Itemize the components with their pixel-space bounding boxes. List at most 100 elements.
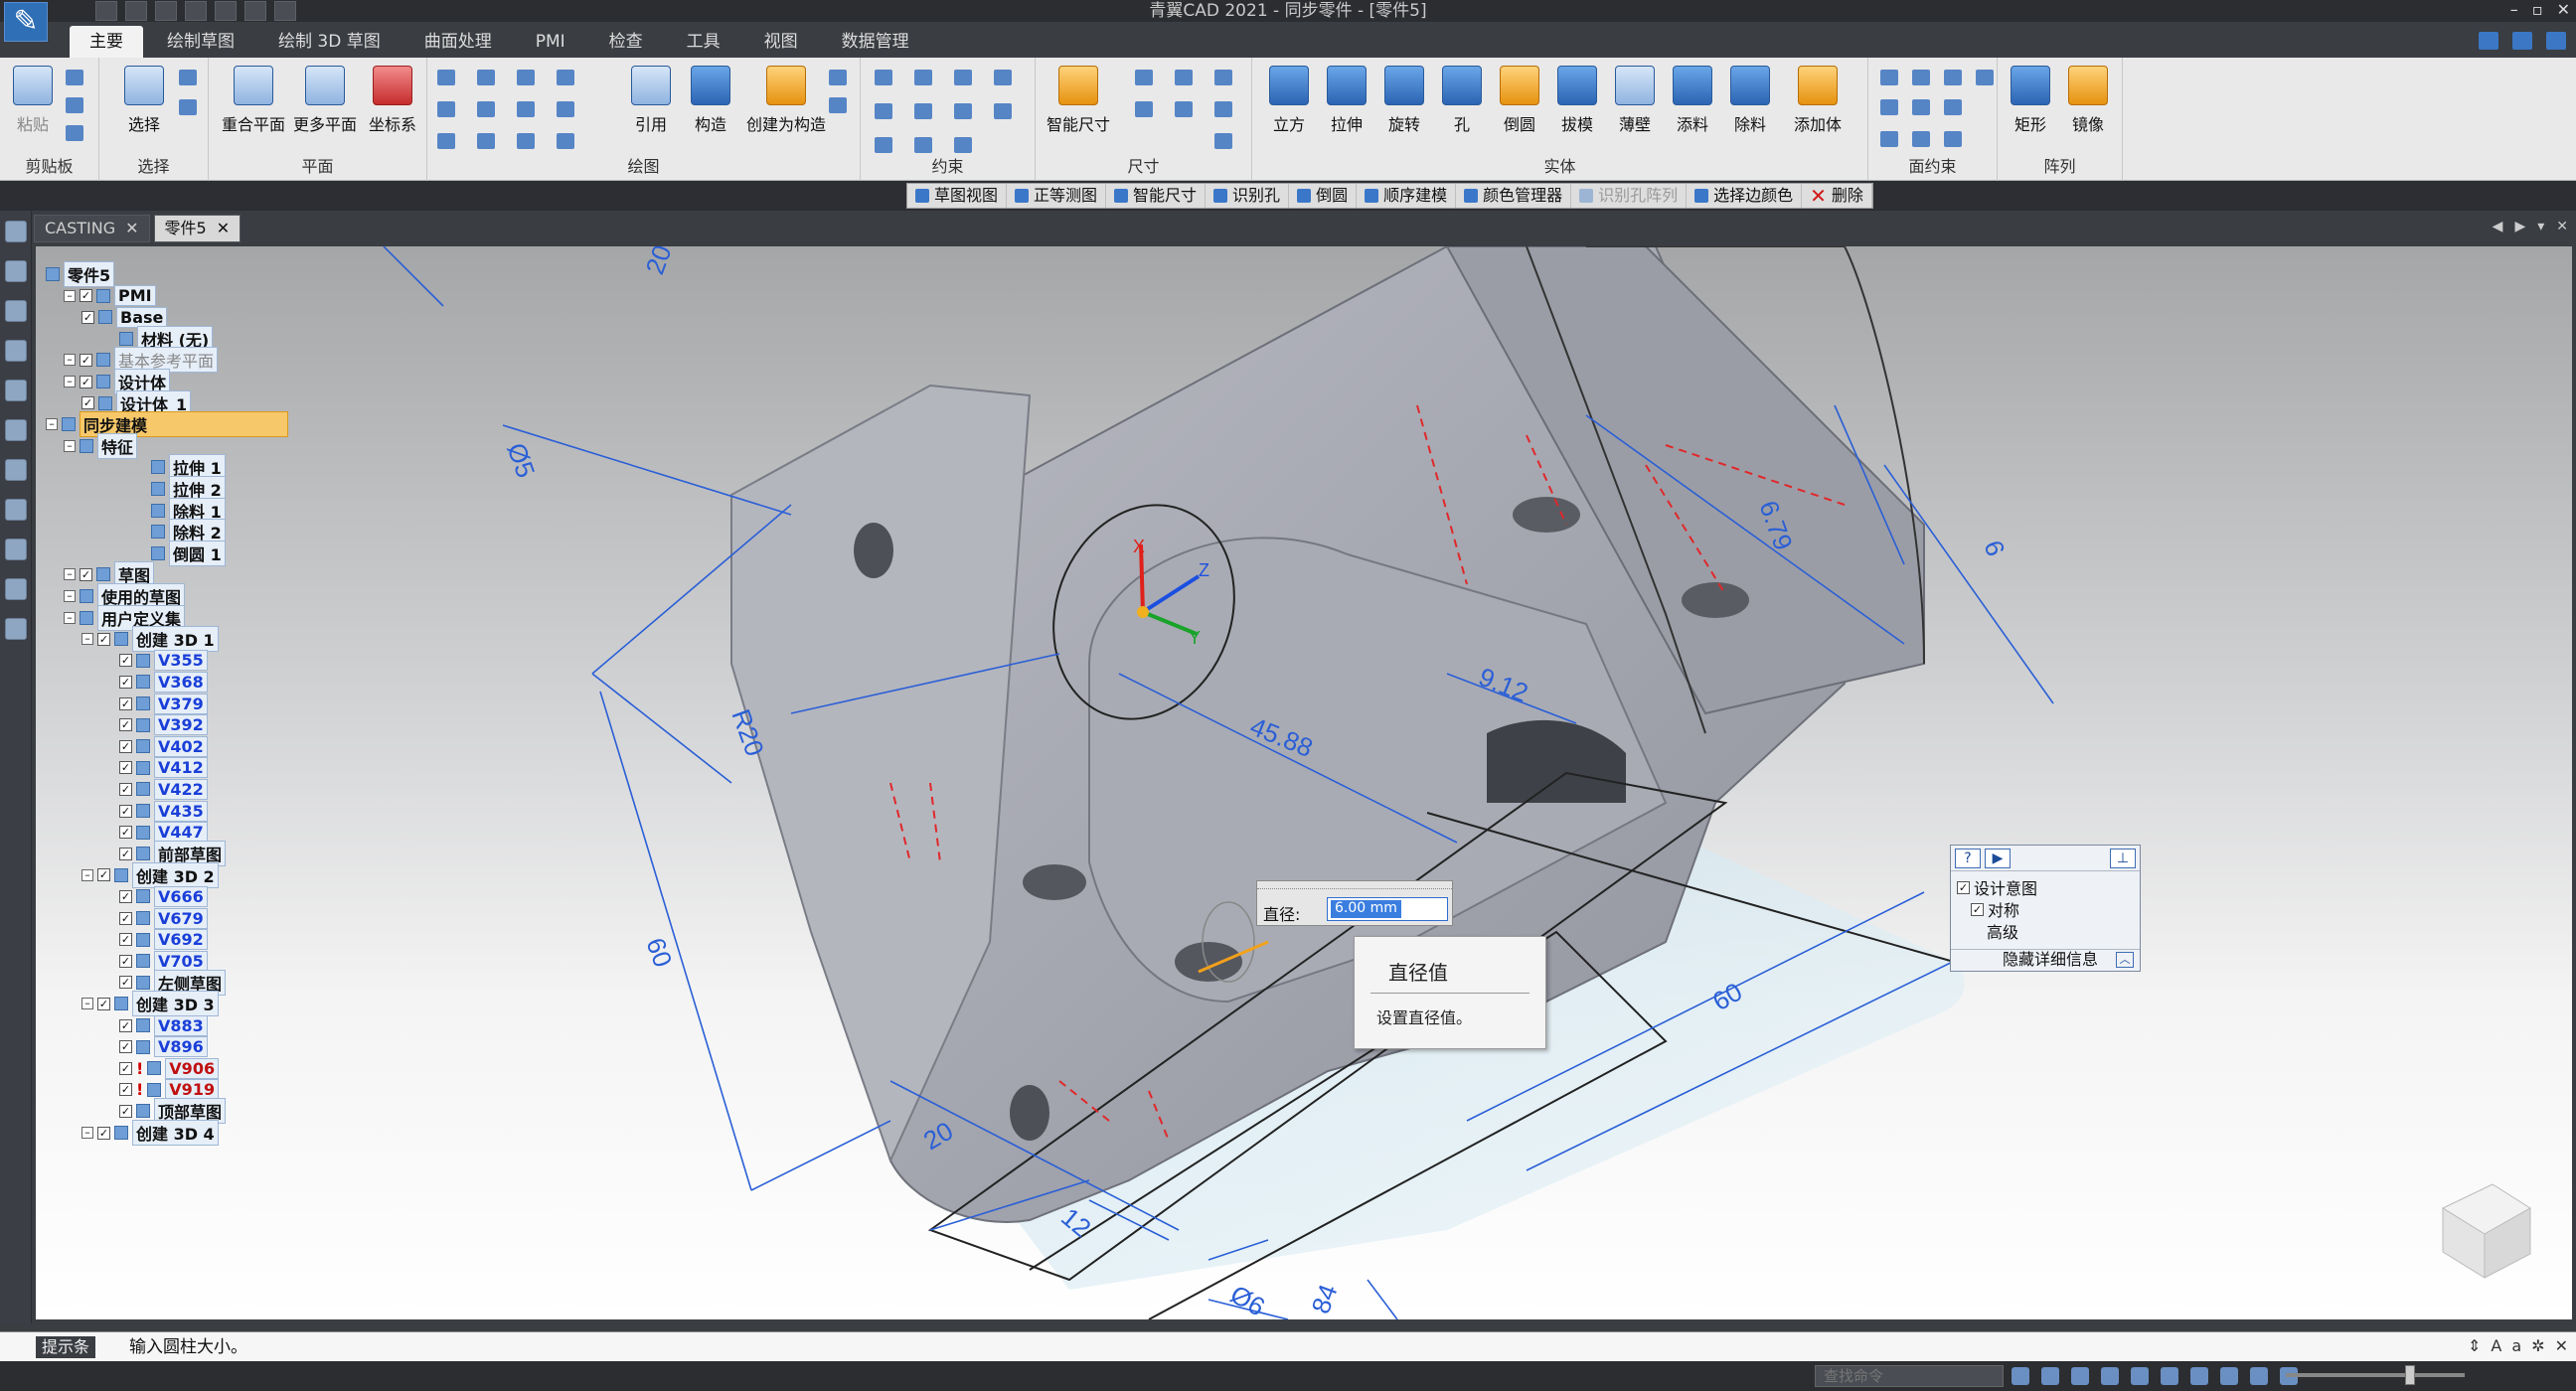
advanced-link[interactable]: 高级 <box>1987 919 2018 943</box>
font-decrease-icon[interactable]: a <box>2511 1336 2521 1355</box>
popup-grip[interactable] <box>1257 881 1452 889</box>
visibility-checkbox[interactable]: ✓ <box>119 1018 132 1032</box>
visibility-checkbox[interactable]: ✓ <box>119 1083 132 1097</box>
visibility-checkbox[interactable]: ✓ <box>119 718 132 732</box>
horizontal-icon[interactable] <box>875 103 892 119</box>
expand-toggle-icon[interactable]: – <box>64 376 76 387</box>
intent-help-button[interactable]: ? <box>1955 849 1981 868</box>
angle-dim-icon[interactable] <box>1175 70 1193 85</box>
library-icon[interactable] <box>4 380 27 401</box>
tab-tools[interactable]: 工具 <box>667 26 740 58</box>
select-filter-icon[interactable] <box>179 70 197 85</box>
tree-node[interactable]: ✓ V412 <box>119 757 208 779</box>
visibility-checkbox[interactable]: ✓ <box>81 310 94 324</box>
tree-node[interactable]: ✓ 前部草图 <box>119 841 227 867</box>
visibility-checkbox[interactable]: ✓ <box>119 1104 132 1118</box>
command-search-input[interactable] <box>1815 1365 2004 1387</box>
thin-wall-button[interactable]: 薄壁 <box>1606 66 1664 135</box>
diameter-input-value[interactable]: 6.00 mm <box>1331 900 1401 918</box>
design-intent-row[interactable]: ✓ 设计意图 <box>1957 875 2037 899</box>
visibility-checkbox[interactable]: ✓ <box>119 804 132 818</box>
cmd-select-edge-color[interactable]: 选择边颜色 <box>1687 184 1803 208</box>
tree-node[interactable]: – ✓ 草图 <box>64 561 155 588</box>
sketch-view-small-icon[interactable] <box>2220 1367 2238 1385</box>
equal-icon[interactable] <box>914 103 932 119</box>
hole-6[interactable] <box>1682 582 1749 618</box>
spin-icon[interactable] <box>2190 1367 2208 1385</box>
visibility-checkbox[interactable]: ✓ <box>119 911 132 925</box>
reference-button[interactable]: 引用 <box>622 66 680 135</box>
zoom-slider-track[interactable] <box>2286 1373 2465 1377</box>
draft-button[interactable]: 拔模 <box>1548 66 1606 135</box>
font-increase-icon[interactable]: A <box>2491 1336 2501 1355</box>
options-icon[interactable] <box>2512 32 2532 50</box>
intent-pin-button[interactable]: ⊥ <box>2110 849 2136 868</box>
format-painter-icon[interactable] <box>66 125 83 141</box>
3d-viewport[interactable]: X Y Z 20 Ø5 R20 60 45.88 9.12 6.79 60 20… <box>36 246 2572 1319</box>
tree-node[interactable]: ✓ V705 <box>119 950 208 972</box>
fit-view-icon[interactable] <box>2012 1367 2029 1385</box>
close-icon[interactable]: ✕ <box>217 215 230 242</box>
line-icon[interactable] <box>437 70 455 85</box>
tree-node[interactable]: ✓ V422 <box>119 778 208 800</box>
tree-node[interactable]: ✓ 设计体_1 <box>81 389 192 416</box>
symmetric-icon[interactable] <box>994 103 1012 119</box>
visibility-checkbox[interactable]: ✓ <box>119 889 132 903</box>
visibility-checkbox[interactable]: ✓ <box>81 396 94 410</box>
point-icon[interactable] <box>517 133 535 149</box>
tree-node[interactable]: 除料 1 <box>151 497 226 524</box>
tree-node[interactable]: ✓ V355 <box>119 650 208 672</box>
csys-button[interactable]: 坐标系 <box>360 66 425 135</box>
tree-node[interactable]: ✓ V368 <box>119 671 208 693</box>
cmd-sketch-view[interactable]: 草图视图 <box>907 184 1008 208</box>
tree-node[interactable]: – 特征 <box>64 432 138 459</box>
sensor-icon[interactable] <box>4 300 27 322</box>
hole-2[interactable] <box>1023 864 1086 900</box>
dim-6-right[interactable]: 6 <box>1978 537 2011 560</box>
visibility-checkbox[interactable]: ✓ <box>119 826 132 840</box>
visibility-checkbox[interactable]: ✓ <box>119 954 132 968</box>
close-icon[interactable]: ✕ <box>125 215 138 242</box>
expand-toggle-icon[interactable]: – <box>64 568 76 581</box>
visibility-checkbox[interactable]: ✓ <box>119 654 132 668</box>
revolve-button[interactable]: 旋转 <box>1375 66 1433 135</box>
face-concentric-icon[interactable] <box>1912 70 1930 85</box>
doc-tab-casting[interactable]: CASTING ✕ <box>34 215 150 242</box>
mirror-button[interactable]: 镜像 <box>2059 66 2117 135</box>
visibility-checkbox[interactable]: ✓ <box>119 761 132 775</box>
symmetric-checkbox[interactable]: ✓ <box>1971 902 1984 916</box>
visibility-checkbox[interactable]: ✓ <box>119 976 132 990</box>
selection-manager-icon[interactable] <box>4 419 27 441</box>
tab-close-all-icon[interactable]: ✕ <box>2556 219 2568 234</box>
scroll-up-icon[interactable]: ⇕ <box>2468 1336 2481 1355</box>
cmd-isometric[interactable]: 正等测图 <box>1007 184 1107 208</box>
tree-node[interactable]: ✓ V666 <box>119 885 208 907</box>
doc-tab-part5[interactable]: 零件5 ✕ <box>153 215 242 242</box>
distance-icon[interactable] <box>1135 70 1153 85</box>
tree-node[interactable]: ✓ V883 <box>119 1014 208 1036</box>
hole-1[interactable] <box>854 523 893 578</box>
settings-small-icon[interactable]: ✲ <box>2531 1336 2544 1355</box>
rotate-icon[interactable] <box>2161 1367 2178 1385</box>
tree-node[interactable]: – ✓ 设计体 <box>64 369 171 394</box>
select-button[interactable]: 选择 <box>115 66 173 135</box>
maximize-button[interactable]: ▫ <box>2532 0 2543 22</box>
visibility-checkbox[interactable]: ✓ <box>97 997 110 1010</box>
face-parallel-icon[interactable] <box>1944 70 1962 85</box>
relate-icon[interactable] <box>954 137 972 153</box>
cmd-smart-dimension[interactable]: 智能尺寸 <box>1106 184 1207 208</box>
tree-node[interactable]: – 用户定义集 <box>64 604 186 631</box>
tree-node[interactable]: ✓ 左侧草图 <box>119 969 227 996</box>
tree-node[interactable]: 零件5 <box>46 261 115 287</box>
dim-84[interactable]: 84 <box>1305 1281 1343 1317</box>
relations-icon[interactable] <box>4 499 27 521</box>
visibility-checkbox[interactable]: ✓ <box>119 782 132 796</box>
tree-node[interactable]: ✓ V692 <box>119 929 208 951</box>
close-prompt-icon[interactable]: ✕ <box>2555 1336 2568 1355</box>
tab-inspect[interactable]: 检查 <box>589 26 663 58</box>
cube-button[interactable]: 立方 <box>1260 66 1318 135</box>
tree-node[interactable]: 拉伸 1 <box>151 454 226 481</box>
smart-dimension-button[interactable]: 智能尺寸 <box>1044 66 1113 135</box>
cmd-color-manager[interactable]: 颜色管理器 <box>1456 184 1572 208</box>
face-perp-icon[interactable] <box>1944 99 1962 115</box>
